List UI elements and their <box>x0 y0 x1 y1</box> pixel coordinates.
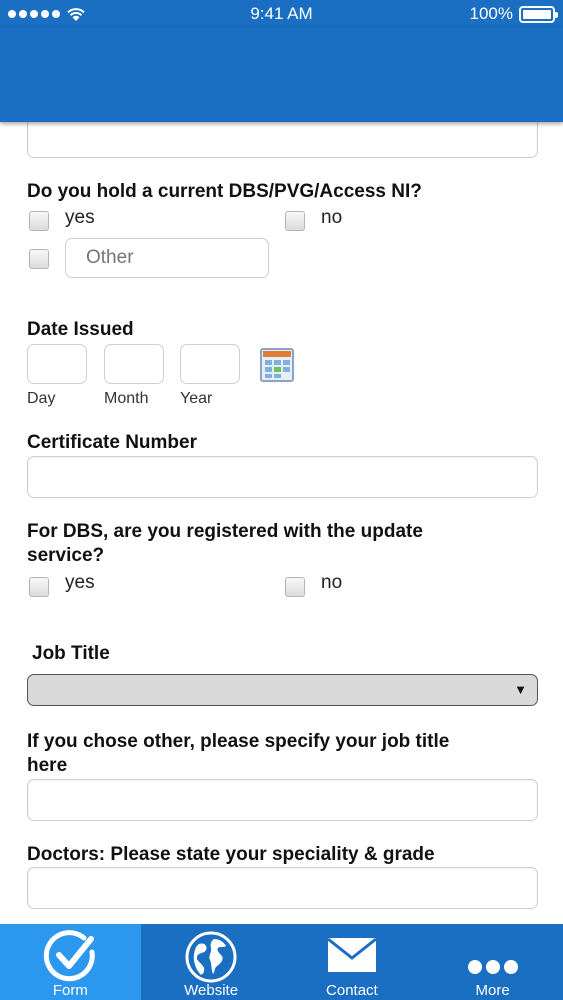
tab-website-label: Website <box>184 982 239 999</box>
tab-contact[interactable]: Contact <box>282 924 423 1000</box>
tab-form-label: Form <box>52 982 88 999</box>
tab-form[interactable]: Form <box>0 924 141 1000</box>
job-title-other-label-line2: here <box>27 755 68 776</box>
job-title-select[interactable]: ▼ <box>27 674 538 706</box>
wifi-icon <box>67 8 85 21</box>
date-issued-label: Date Issued <box>27 319 134 340</box>
dbs-no-label: no <box>321 207 343 228</box>
tab-contact-label: Contact <box>326 982 378 999</box>
dbs-other-checkbox[interactable] <box>29 249 49 269</box>
day-input[interactable] <box>27 344 87 384</box>
signal-strength-icon <box>8 10 60 18</box>
job-title-other-label-line1: If you chose other, please specify your … <box>27 731 450 752</box>
tab-more[interactable]: More <box>422 924 563 1000</box>
bottom-tab-bar: Form Website Contact More <box>0 924 563 1000</box>
update-service-yes-checkbox[interactable] <box>29 577 49 597</box>
update-service-yes-label: yes <box>65 572 95 593</box>
doctors-speciality-label: Doctors: Please state your speciality & … <box>27 844 435 865</box>
month-label: Month <box>104 390 149 407</box>
globe-icon <box>185 931 237 983</box>
tab-website[interactable]: Website <box>141 924 282 1000</box>
certificate-number-input[interactable] <box>27 456 538 498</box>
update-service-no-label: no <box>321 572 343 593</box>
checkmark-circle-icon <box>44 930 96 982</box>
update-service-no-checkbox[interactable] <box>285 577 305 597</box>
job-title-label: Job Title <box>32 643 110 664</box>
dbs-no-checkbox[interactable] <box>285 211 305 231</box>
more-dots-icon <box>467 960 518 974</box>
signal-indicator <box>8 6 86 22</box>
previous-field-input[interactable] <box>27 122 538 158</box>
dbs-other-input[interactable] <box>65 238 269 278</box>
calendar-icon[interactable] <box>260 348 294 382</box>
update-service-question-line1: For DBS, are you registered with the upd… <box>27 521 423 542</box>
form-content[interactable]: Do you hold a current DBS/PVG/Access NI?… <box>0 122 563 924</box>
dropdown-arrow-icon: ▼ <box>514 682 527 697</box>
dbs-yes-checkbox[interactable] <box>29 211 49 231</box>
tab-more-label: More <box>475 982 510 999</box>
certificate-number-label: Certificate Number <box>27 432 197 453</box>
app-header <box>0 28 563 122</box>
battery-percentage: 100% <box>469 4 513 23</box>
dbs-yes-label: yes <box>65 207 95 228</box>
year-input[interactable] <box>180 344 240 384</box>
job-title-other-input[interactable] <box>27 779 538 821</box>
dbs-question-label: Do you hold a current DBS/PVG/Access NI? <box>27 181 422 202</box>
doctors-speciality-input[interactable] <box>27 867 538 909</box>
battery-icon <box>519 5 558 23</box>
update-service-question-line2: service? <box>27 545 105 566</box>
day-label: Day <box>27 390 56 407</box>
envelope-icon <box>327 938 376 972</box>
status-bar: 9:41 AM 100% <box>0 0 563 28</box>
year-label: Year <box>180 390 213 407</box>
month-input[interactable] <box>104 344 164 384</box>
